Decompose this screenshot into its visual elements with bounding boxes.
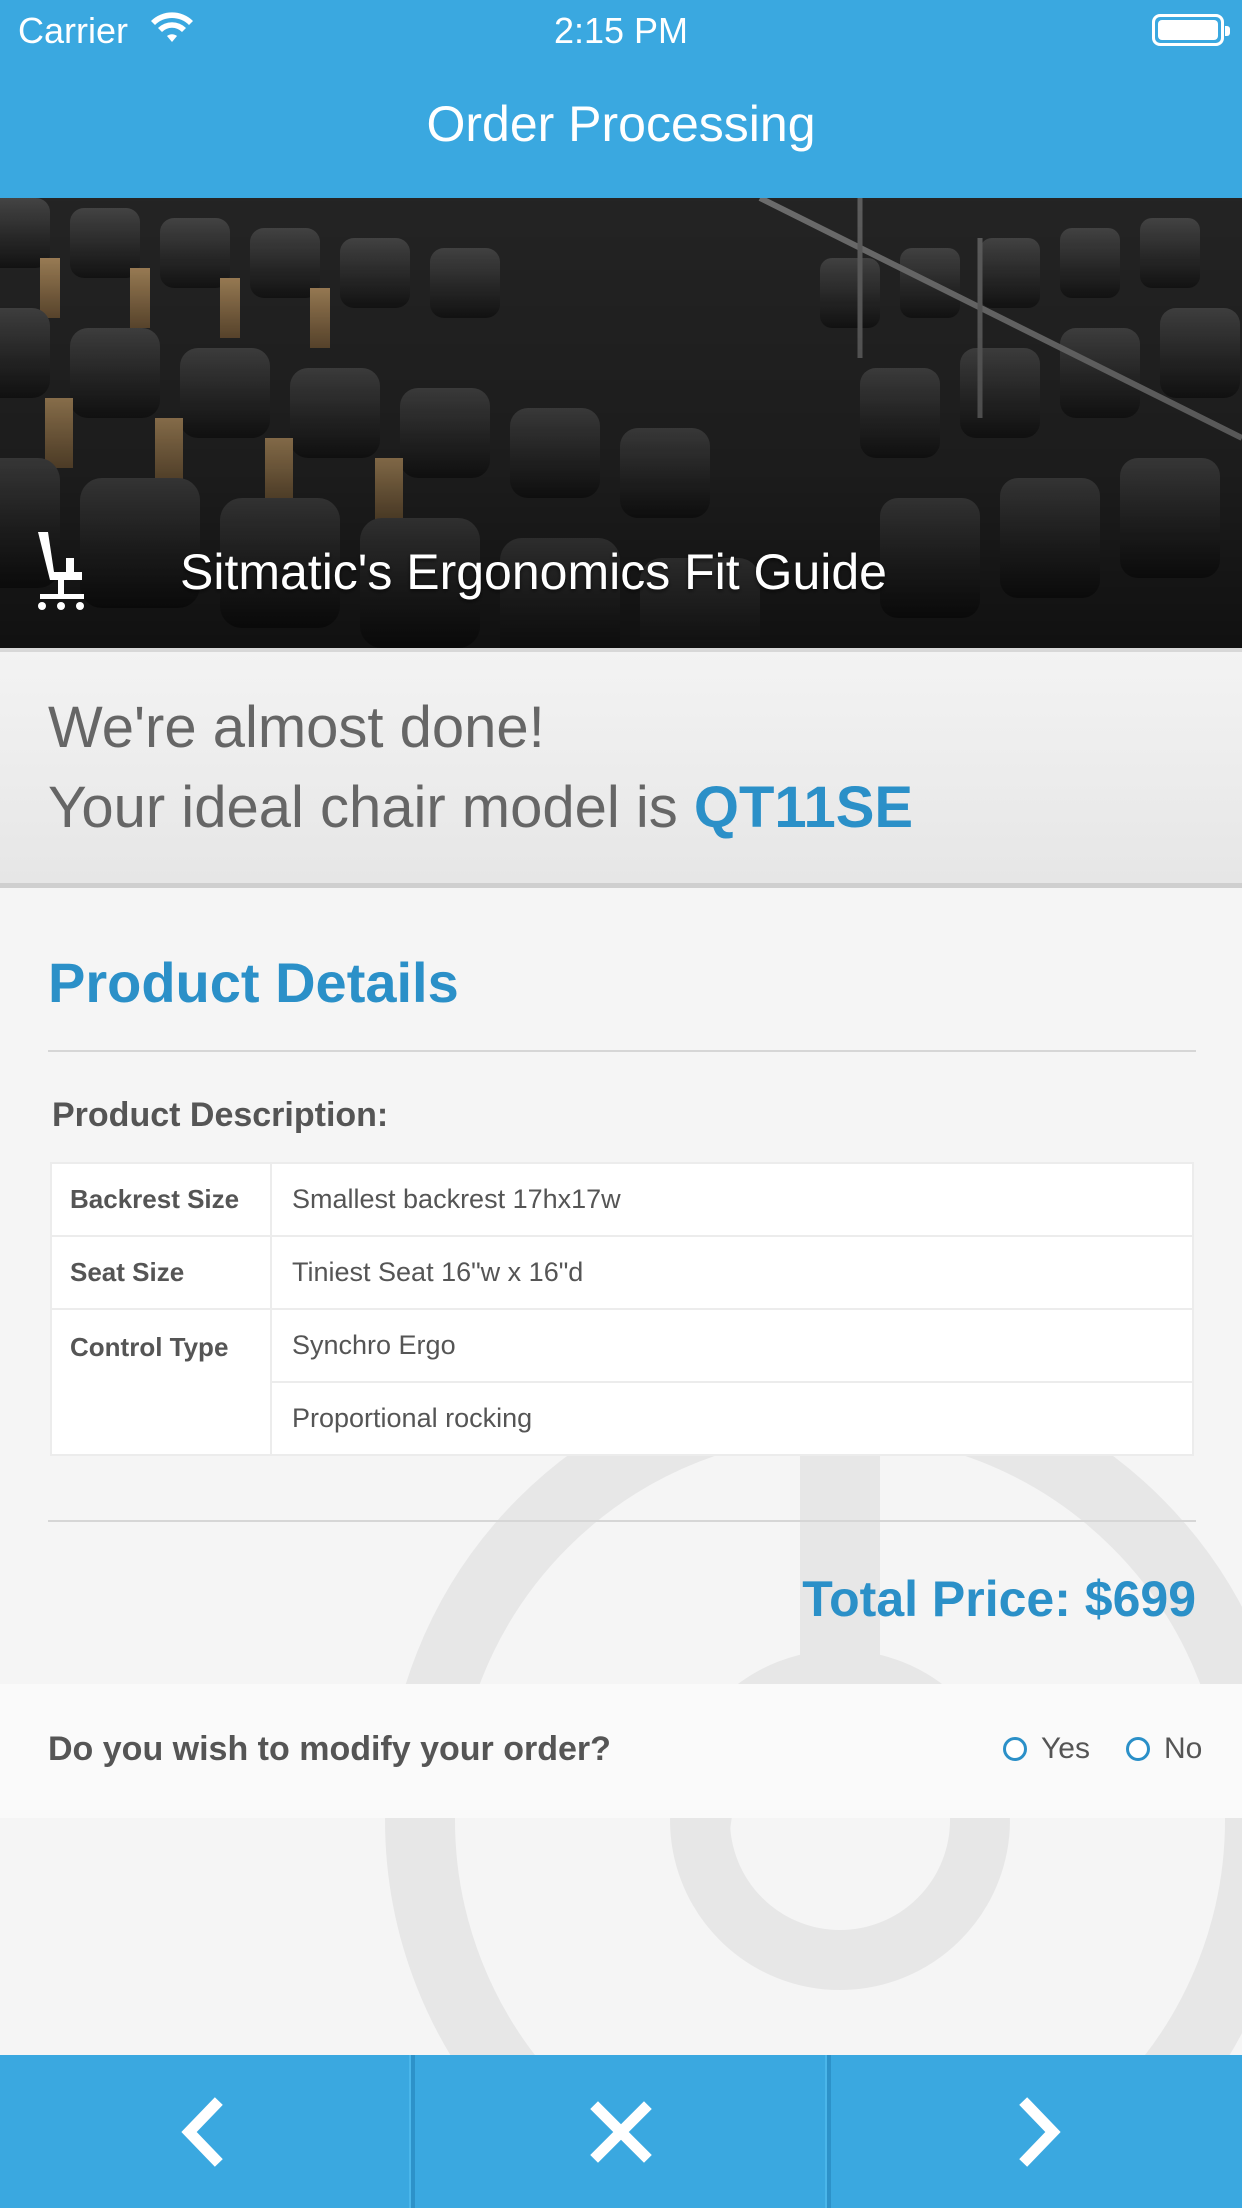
modify-order-question: Do you wish to modify your order? [48,1730,611,1768]
cancel-button[interactable] [415,2055,831,2208]
hero-title: Sitmatic's Ergonomics Fit Guide [180,544,887,600]
radio-no[interactable]: No [1126,1732,1202,1766]
status-bar: Carrier 2:15 PM [0,0,1242,62]
modify-order-bar: Do you wish to modify your order? Yes No [0,1684,1242,1818]
back-button[interactable] [0,2055,416,2208]
divider [48,1520,1196,1522]
office-chair-icon [38,532,84,610]
next-button[interactable] [831,2055,1242,2208]
spec-value: Tiniest Seat 16"w x 16"d [270,1235,1194,1310]
spec-value: Synchro Ergo [270,1308,1194,1383]
spec-value: Proportional rocking [270,1381,1194,1456]
chair-model-name: QT11SE [693,775,914,840]
banner-line-2-prefix: Your ideal chair model is [48,775,694,840]
spec-key: Seat Size [50,1235,272,1310]
banner-line-2: Your ideal chair model is QT11SE [48,774,913,841]
total-price: Total Price: $699 [802,1571,1196,1627]
page-title: Order Processing [426,96,816,152]
radio-yes[interactable]: Yes [1003,1732,1090,1766]
product-description-label: Product Description: [52,1096,389,1134]
banner-line-1: We're almost done! [48,695,545,760]
spec-key: Backrest Size [50,1162,272,1237]
forward-chevron-icon [1019,2096,1061,2167]
product-specs-table: Backrest Size Smallest backrest 17hx17w … [50,1162,1194,1456]
spec-key: Control Type [50,1308,272,1456]
section-title: Product Details [48,951,459,1014]
back-chevron-icon [181,2096,223,2167]
bottom-toolbar [0,2055,1242,2208]
close-icon [590,2100,652,2163]
clock: 2:15 PM [553,10,689,51]
hero-banner: Sitmatic's Ergonomics Fit Guide [0,198,1242,648]
nav-bar: Order Processing [0,62,1242,198]
radio-circle-icon[interactable] [1003,1737,1027,1761]
spec-value: Smallest backrest 17hx17w [270,1162,1194,1237]
result-banner: We're almost done! Your ideal chair mode… [0,648,1242,888]
table-row: Seat Size Tiniest Seat 16"w x 16"d [50,1235,1194,1310]
table-row: Control Type Synchro Ergo [50,1308,1194,1456]
radio-circle-icon[interactable] [1126,1737,1150,1761]
radio-no-label: No [1164,1732,1203,1765]
battery-icon [1152,14,1230,46]
table-row: Backrest Size Smallest backrest 17hx17w [50,1162,1194,1237]
divider [48,1050,1196,1052]
radio-yes-label: Yes [1041,1732,1090,1765]
